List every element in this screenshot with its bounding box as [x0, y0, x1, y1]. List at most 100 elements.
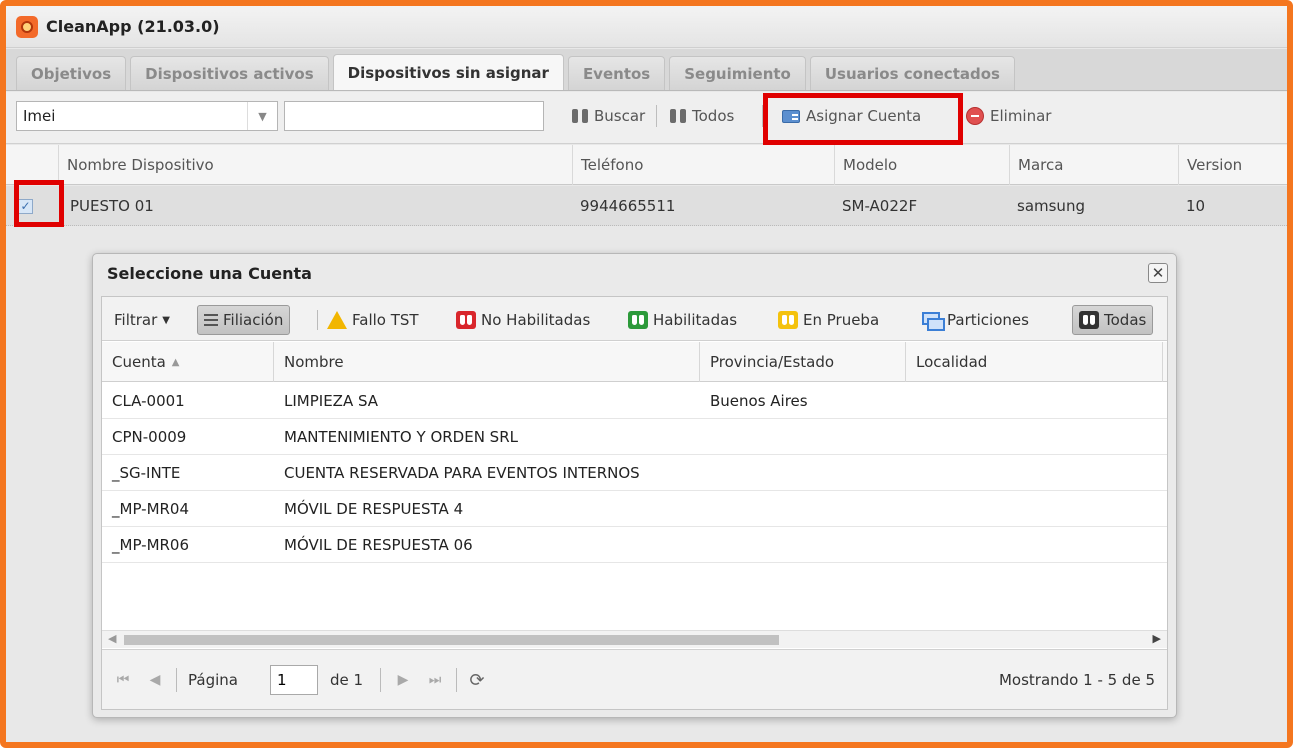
sort-asc-icon: ▲	[171, 356, 180, 368]
cell-nombre: MÓVIL DE RESPUESTA 06	[284, 536, 473, 554]
cell-localidad	[906, 491, 916, 527]
title-bar: CleanApp (21.03.0)	[6, 6, 1287, 48]
no-habilitadas-label: No Habilitadas	[481, 311, 591, 329]
col-nombre-dispositivo[interactable]: Nombre Dispositivo	[58, 145, 572, 185]
habilitadas-filter[interactable]: Habilitadas	[628, 305, 737, 335]
eliminar-button[interactable]: Eliminar	[966, 101, 1051, 131]
partitions-icon	[922, 312, 945, 331]
tab-dispositivos-activos[interactable]: Dispositivos activos	[130, 56, 329, 90]
cell-modelo: SM-A022F	[842, 197, 918, 215]
filtrar-label: Filtrar	[114, 311, 158, 329]
col-cuenta-label: Cuenta	[112, 353, 166, 371]
col-telefono[interactable]: Teléfono	[572, 145, 834, 185]
todas-label: Todas	[1104, 311, 1147, 329]
en-prueba-label: En Prueba	[803, 311, 880, 329]
cell-localidad	[906, 455, 916, 491]
account-filter-bar: Filtrar ▼ Filiación Fallo TST No Habilit…	[102, 297, 1167, 341]
horizontal-scrollbar[interactable]: ◀ ▶	[102, 630, 1167, 648]
cell-provincia: Buenos Aires	[710, 392, 808, 410]
filtrar-menu-button[interactable]: Filtrar ▼	[114, 305, 170, 335]
col-modelo[interactable]: Modelo	[834, 145, 1009, 185]
binoculars-yellow-icon	[778, 311, 798, 329]
cell-provincia	[700, 527, 710, 563]
fallo-tst-label: Fallo TST	[352, 311, 419, 329]
cell-provincia	[700, 455, 710, 491]
cell-nombre: MÓVIL DE RESPUESTA 4	[284, 500, 464, 518]
buscar-button[interactable]: Buscar	[572, 101, 645, 131]
binoculars-red-icon	[456, 311, 476, 329]
tab-dispositivos-sin-asignar[interactable]: Dispositivos sin asignar	[332, 54, 564, 90]
cell-localidad	[906, 419, 916, 455]
cell-nombre: CUENTA RESERVADA PARA EVENTOS INTERNOS	[284, 464, 640, 482]
table-row[interactable]: _MP-MR04 MÓVIL DE RESPUESTA 4	[102, 491, 1167, 527]
col-provincia[interactable]: Provincia/Estado	[700, 342, 906, 382]
cell-nombre: LIMPIEZA SA	[284, 392, 379, 410]
tab-objetivos[interactable]: Objetivos	[16, 56, 127, 90]
cell-provincia	[700, 491, 710, 527]
prev-page-icon[interactable]: ◀	[144, 668, 166, 692]
particiones-label: Particiones	[947, 311, 1029, 329]
field-select[interactable]: Imei ▼	[16, 101, 278, 131]
tab-usuarios-conectados[interactable]: Usuarios conectados	[809, 56, 1015, 90]
binoculars-green-icon	[628, 311, 648, 329]
dialog-body: Filtrar ▼ Filiación Fallo TST No Habilit…	[101, 296, 1168, 710]
scroll-right-icon[interactable]: ▶	[1153, 632, 1161, 645]
first-page-icon[interactable]: ⏮	[112, 668, 134, 692]
close-icon[interactable]: ✕	[1148, 263, 1168, 283]
chevron-down-icon[interactable]: ▼	[247, 102, 277, 130]
binoculars-icon	[572, 109, 588, 123]
eliminar-label: Eliminar	[990, 107, 1052, 125]
refresh-icon[interactable]: ⟳	[466, 668, 488, 692]
table-row[interactable]: CPN-0009 MANTENIMIENTO Y ORDEN SRL	[102, 419, 1167, 455]
col-localidad[interactable]: Localidad	[906, 342, 1163, 382]
table-row[interactable]: _SG-INTE CUENTA RESERVADA PARA EVENTOS I…	[102, 455, 1167, 491]
cell-localidad	[906, 383, 916, 419]
tab-strip: Objetivos Dispositivos activos Dispositi…	[6, 49, 1287, 91]
en-prueba-filter[interactable]: En Prueba	[778, 305, 879, 335]
todas-filter[interactable]: Todas	[1072, 305, 1154, 335]
next-page-icon[interactable]: ▶	[392, 668, 414, 692]
cell-version: 10	[1186, 197, 1206, 215]
cell-localidad	[906, 527, 916, 563]
scroll-left-icon[interactable]: ◀	[108, 632, 116, 645]
col-nombre[interactable]: Nombre	[274, 342, 700, 382]
tab-seguimiento[interactable]: Seguimiento	[669, 56, 806, 90]
app-title: CleanApp (21.03.0)	[46, 17, 220, 36]
device-toolbar: Imei ▼ Buscar Todos Asignar Cuenta Elimi…	[6, 92, 1287, 144]
last-page-icon[interactable]: ⏭	[424, 668, 446, 692]
col-marca[interactable]: Marca	[1009, 145, 1178, 185]
particiones-filter[interactable]: Particiones	[922, 305, 1029, 335]
todos-label: Todos	[692, 107, 735, 125]
filter-divider	[317, 310, 318, 330]
field-select-value: Imei	[23, 107, 56, 125]
buscar-label: Buscar	[594, 107, 646, 125]
toolbar-divider	[656, 105, 657, 127]
no-habilitadas-filter[interactable]: No Habilitadas	[456, 305, 590, 335]
results-summary: Mostrando 1 - 5 de 5	[998, 671, 1155, 689]
cell-cuenta: _SG-INTE	[112, 464, 181, 482]
page-label: Página	[188, 671, 238, 689]
table-row[interactable]: CLA-0001 LIMPIEZA SA Buenos Aires	[102, 383, 1167, 419]
col-cuenta[interactable]: Cuenta ▲	[102, 342, 274, 382]
pager-divider	[456, 668, 457, 692]
list-icon	[204, 314, 218, 326]
habilitadas-label: Habilitadas	[653, 311, 738, 329]
device-grid-header: Nombre Dispositivo Teléfono Modelo Marca…	[6, 145, 1287, 185]
filiacion-toggle[interactable]: Filiación	[197, 305, 291, 335]
tab-eventos[interactable]: Eventos	[567, 56, 666, 90]
app-logo-icon	[16, 15, 38, 38]
table-row[interactable]: ✓ PUESTO 01 9944665511 SM-A022F samsung …	[6, 186, 1287, 226]
cell-cuenta: _MP-MR06	[112, 536, 190, 554]
scrollbar-thumb[interactable]	[124, 635, 779, 645]
filiacion-label: Filiación	[223, 311, 284, 329]
page-number-input[interactable]	[270, 665, 318, 695]
select-column-header	[6, 145, 58, 185]
binoculars-icon	[670, 109, 686, 123]
cell-cuenta: CLA-0001	[112, 392, 185, 410]
search-input[interactable]	[284, 101, 544, 131]
fallo-tst-filter[interactable]: Fallo TST	[327, 305, 419, 335]
todos-button[interactable]: Todos	[670, 101, 734, 131]
col-version[interactable]: Version	[1178, 145, 1287, 185]
cell-cuenta: CPN-0009	[112, 428, 187, 446]
table-row[interactable]: _MP-MR06 MÓVIL DE RESPUESTA 06	[102, 527, 1167, 563]
